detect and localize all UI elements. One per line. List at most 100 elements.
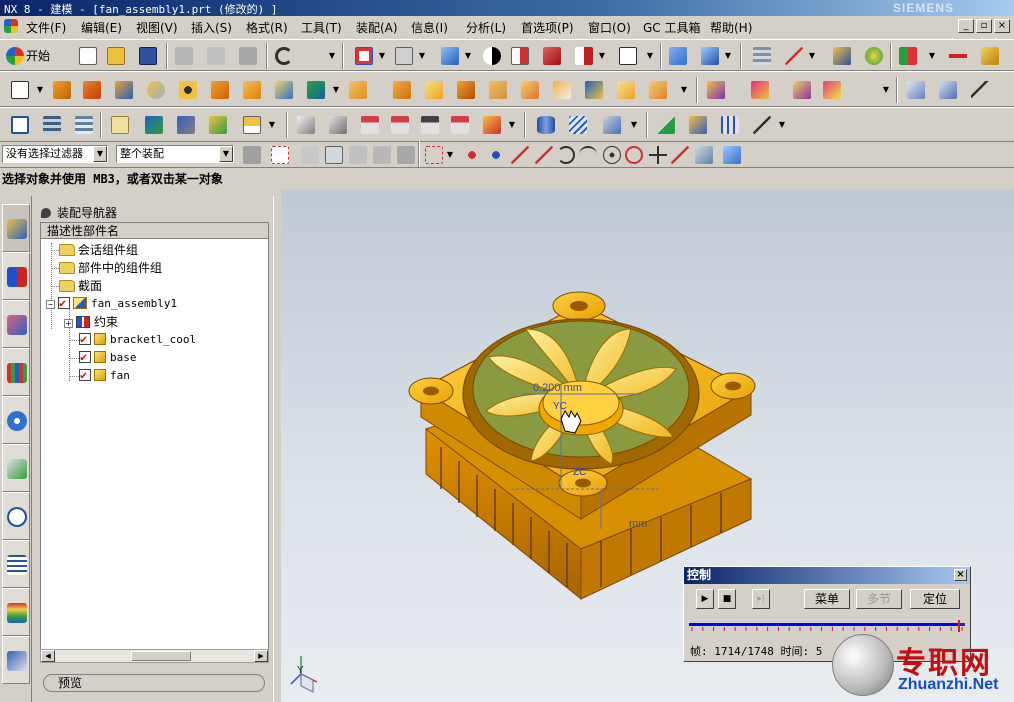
shaded-view-button[interactable] bbox=[438, 44, 462, 68]
step-forward-button[interactable]: ▸| bbox=[752, 589, 770, 609]
view-dropdown[interactable]: ▼ bbox=[378, 44, 386, 68]
thicken-button[interactable] bbox=[486, 78, 510, 102]
render-dropdown[interactable]: ▼ bbox=[464, 44, 472, 68]
replace-face-button[interactable] bbox=[820, 78, 844, 102]
pin-icon[interactable] bbox=[41, 208, 51, 218]
snap-dropdown[interactable]: ▼ bbox=[928, 44, 936, 68]
csys-dropdown[interactable]: ▼ bbox=[778, 113, 786, 137]
layout-button[interactable] bbox=[616, 44, 640, 68]
hole-button[interactable] bbox=[176, 78, 200, 102]
point-on-face-button[interactable] bbox=[692, 143, 716, 167]
assembly-frame-button[interactable] bbox=[8, 113, 32, 137]
menu-gc-toolbox[interactable]: GC 工具箱 bbox=[643, 19, 701, 36]
system-materials-tab[interactable] bbox=[2, 492, 30, 540]
control-point-button[interactable] bbox=[532, 143, 556, 167]
midpoint-button[interactable] bbox=[508, 143, 532, 167]
rotate-dropdown[interactable]: ▼ bbox=[418, 44, 426, 68]
revolve-button[interactable] bbox=[80, 78, 104, 102]
check-button[interactable] bbox=[654, 113, 678, 137]
wcs-button[interactable] bbox=[782, 44, 806, 68]
save-button[interactable] bbox=[136, 44, 160, 68]
measure-angle-button[interactable] bbox=[978, 44, 1002, 68]
menu-info[interactable]: 信息(I) bbox=[411, 19, 448, 36]
endpoint-button[interactable] bbox=[484, 143, 508, 167]
sync-dropdown[interactable]: ▼ bbox=[882, 78, 890, 102]
step-button[interactable]: 多节 bbox=[856, 589, 902, 609]
tree-item-bracket[interactable]: bracketl_cool bbox=[79, 330, 196, 349]
gh-button[interactable] bbox=[418, 113, 442, 137]
menu-assembly[interactable]: 装配(A) bbox=[356, 19, 398, 36]
manufacturing-wizard-tab[interactable] bbox=[2, 588, 30, 636]
quadrant-button[interactable] bbox=[576, 143, 600, 167]
checkbox-checked-icon[interactable] bbox=[79, 330, 91, 348]
start-menu-button[interactable]: 开始 bbox=[4, 44, 68, 68]
checkbox-checked-icon[interactable] bbox=[58, 294, 70, 312]
block-button[interactable] bbox=[112, 78, 136, 102]
stop-button[interactable]: ■ bbox=[718, 589, 736, 609]
spreadsheet-button[interactable] bbox=[534, 113, 558, 137]
rectangle-select-button[interactable] bbox=[422, 143, 446, 167]
menu-view[interactable]: 视图(V) bbox=[136, 19, 178, 36]
pocket-button[interactable] bbox=[272, 78, 296, 102]
web-browser-tab[interactable] bbox=[2, 396, 30, 444]
sketch-dropdown[interactable]: ▼ bbox=[36, 78, 44, 102]
sync-modeling-button[interactable] bbox=[704, 78, 728, 102]
snap-button[interactable] bbox=[896, 44, 920, 68]
layer-settings-button[interactable] bbox=[750, 44, 774, 68]
chamfer-button[interactable] bbox=[390, 78, 414, 102]
roles-tab[interactable] bbox=[2, 636, 30, 684]
measure-distance-button[interactable] bbox=[946, 44, 970, 68]
preview-panel-toggle[interactable]: 预览 bbox=[43, 674, 265, 692]
datum-button[interactable] bbox=[480, 113, 504, 137]
mate-button[interactable] bbox=[206, 113, 230, 137]
tree-item-base[interactable]: base bbox=[79, 348, 137, 367]
hammer-button[interactable] bbox=[174, 113, 198, 137]
play-button[interactable]: ▶ bbox=[696, 589, 714, 609]
intersection-button[interactable] bbox=[646, 143, 670, 167]
draft-button[interactable] bbox=[422, 78, 446, 102]
tree-item-sections[interactable]: 截面 bbox=[59, 277, 102, 295]
routing-button[interactable] bbox=[600, 113, 624, 137]
menu-tools[interactable]: 工具(T) bbox=[301, 19, 342, 36]
select-mode-dropdown[interactable]: ▼ bbox=[446, 143, 454, 167]
history-tab[interactable] bbox=[2, 444, 30, 492]
checkbox-checked-icon[interactable] bbox=[79, 366, 91, 384]
select-bodies-button[interactable] bbox=[370, 143, 394, 167]
select-all-button[interactable] bbox=[268, 143, 292, 167]
rotate-view-button[interactable] bbox=[392, 44, 416, 68]
pmi-button[interactable] bbox=[240, 113, 264, 137]
gs-button[interactable] bbox=[358, 113, 382, 137]
layer-move-button[interactable] bbox=[72, 113, 96, 137]
menu-format[interactable]: 格式(R) bbox=[246, 19, 288, 36]
locate-button[interactable]: 定位 bbox=[910, 589, 960, 609]
copy-button[interactable] bbox=[204, 44, 228, 68]
pmi-dropdown[interactable]: ▼ bbox=[268, 113, 276, 137]
tree-item-assembly-root[interactable]: − fan_assembly1 bbox=[46, 294, 177, 313]
menu-edit[interactable]: 编辑(E) bbox=[81, 19, 122, 36]
cylinder-button[interactable] bbox=[144, 78, 168, 102]
undo-selection-button[interactable] bbox=[298, 143, 322, 167]
sketch-button[interactable] bbox=[8, 78, 32, 102]
close-button[interactable]: × bbox=[994, 19, 1010, 33]
filter-settings-button[interactable] bbox=[240, 143, 264, 167]
paste-button[interactable] bbox=[236, 44, 260, 68]
curve-button[interactable] bbox=[968, 78, 992, 102]
select-faces-button[interactable] bbox=[322, 143, 346, 167]
arc-center-button[interactable] bbox=[554, 143, 578, 167]
move-face-button[interactable] bbox=[748, 78, 772, 102]
assembly-constraints-button[interactable] bbox=[142, 113, 166, 137]
wcs-dropdown[interactable]: ▼ bbox=[808, 44, 816, 68]
checkbox-checked-icon[interactable] bbox=[79, 348, 91, 366]
new-file-button[interactable] bbox=[76, 44, 100, 68]
select-features-button[interactable] bbox=[346, 143, 370, 167]
tree-item-part-groups[interactable]: 部件中的组件组 bbox=[59, 259, 162, 277]
surface-finish-button[interactable] bbox=[294, 113, 318, 137]
edge-blend-button[interactable] bbox=[346, 78, 370, 102]
sweep-button[interactable] bbox=[646, 78, 670, 102]
edit-object-button[interactable] bbox=[830, 44, 854, 68]
cut-button[interactable] bbox=[172, 44, 196, 68]
extrude-button[interactable] bbox=[50, 78, 74, 102]
column-header-descriptive-part-name[interactable]: 描述性部件名 bbox=[41, 223, 268, 239]
expand-icon[interactable]: + bbox=[64, 319, 73, 328]
restore-button[interactable]: ▫ bbox=[976, 19, 992, 33]
